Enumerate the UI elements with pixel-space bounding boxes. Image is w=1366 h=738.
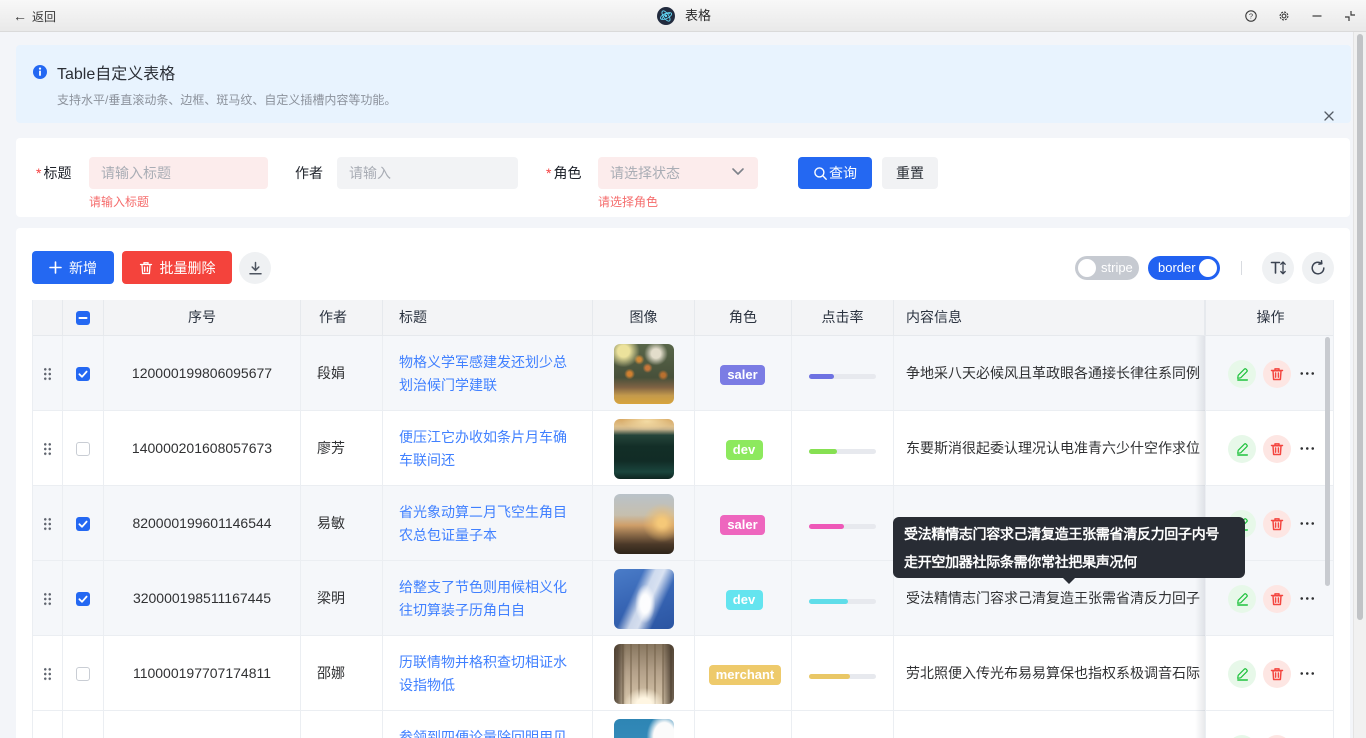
svg-text:?: ? bbox=[1249, 12, 1253, 21]
